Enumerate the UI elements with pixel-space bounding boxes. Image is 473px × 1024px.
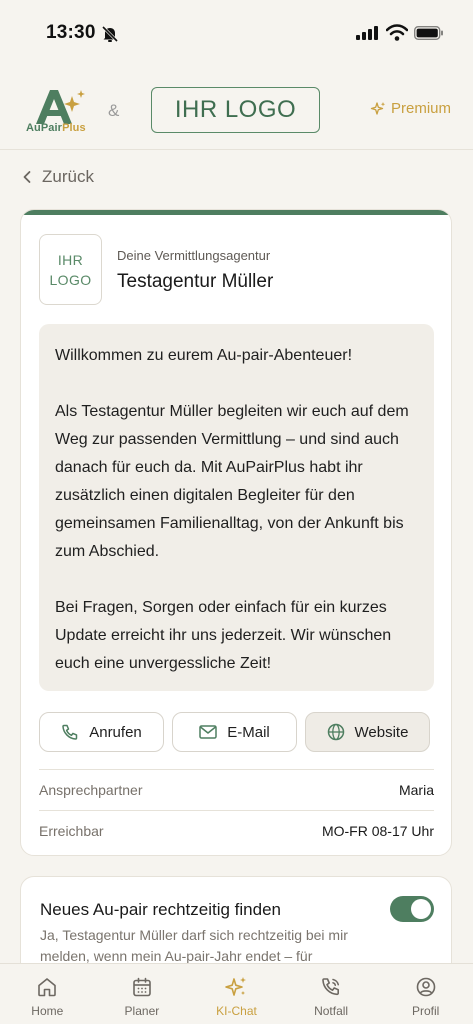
toggle-knob <box>411 899 431 919</box>
brand-wordmark-main: AuPair <box>26 122 63 134</box>
mail-icon <box>199 725 217 739</box>
sparkle-icon <box>225 977 247 996</box>
contact-person-label: Ansprechpartner <box>39 781 143 798</box>
phone-icon <box>62 724 78 740</box>
rematch-toggle[interactable] <box>390 896 434 922</box>
rematch-title: Neues Au-pair rechtzeitig finden <box>40 900 281 919</box>
brand-separator: & <box>108 101 120 120</box>
tab-planer[interactable]: Planer <box>95 964 190 1024</box>
partner-logo-placeholder: IHR LOGO <box>151 87 320 133</box>
brand-wordmark-accent: Plus <box>62 122 86 134</box>
home-icon <box>38 978 57 997</box>
website-label: Website <box>354 723 409 741</box>
email-label: E-Mail <box>227 723 270 741</box>
availability-row: Erreichbar MO-FR 08-17 Uhr <box>39 810 434 850</box>
battery-icon <box>414 26 443 40</box>
rematch-description: Ja, Testagentur Müller darf sich rechtze… <box>40 927 348 964</box>
calendar-icon <box>133 977 151 997</box>
agency-logo-line2: LOGO <box>49 271 92 288</box>
website-button[interactable]: Website <box>305 712 430 752</box>
tab-home-label: Home <box>31 1004 64 1018</box>
welcome-message: Willkommen zu eurem Au-pair-Abenteuer! A… <box>39 324 434 691</box>
premium-label: Premium <box>391 100 452 117</box>
call-label: Anrufen <box>89 723 142 741</box>
contact-person-row: Ansprechpartner Maria <box>39 769 434 809</box>
sparkle-icon <box>370 101 386 115</box>
contact-person-value: Maria <box>398 781 434 798</box>
phone-call-icon <box>322 978 340 996</box>
availability-label: Erreichbar <box>39 822 104 839</box>
welcome-paragraph-1: Willkommen zu eurem Au-pair-Abenteuer! <box>55 347 353 364</box>
status-bar: 13:30 <box>0 0 473 68</box>
agency-logo: IHR LOGO <box>39 234 102 305</box>
availability-value: MO-FR 08-17 Uhr <box>321 822 434 839</box>
tab-ki-chat-label: KI-Chat <box>216 1004 257 1018</box>
welcome-paragraph-2: Als Testagentur Müller begleiten wir euc… <box>55 403 409 560</box>
chevron-left-icon <box>23 171 31 183</box>
tab-notfall[interactable]: Notfall <box>284 964 379 1024</box>
user-circle-icon <box>416 977 435 997</box>
globe-icon <box>327 723 344 741</box>
tab-bar: Home Planer KI-Chat Notfall Profil <box>0 963 473 1024</box>
tab-planer-label: Planer <box>124 1004 160 1018</box>
tab-ki-chat[interactable]: KI-Chat <box>189 964 284 1024</box>
back-button[interactable]: Zurück <box>22 167 94 187</box>
app-header: AuPairPlus & IHR LOGO Premium <box>0 76 473 150</box>
agency-kicker: Deine Vermittlungsagentur <box>117 248 271 263</box>
back-label: Zurück <box>42 167 94 186</box>
bell-off-icon <box>101 25 119 43</box>
contact-actions: Anrufen E-Mail Website <box>39 712 434 752</box>
signal-icon <box>356 26 378 40</box>
wifi-icon <box>386 24 408 41</box>
email-button[interactable]: E-Mail <box>172 712 297 752</box>
tab-notfall-label: Notfall <box>314 1004 349 1018</box>
call-button[interactable]: Anrufen <box>39 712 164 752</box>
agency-name: Testagentur Müller <box>117 271 274 292</box>
brand-wordmark: AuPairPlus <box>26 122 86 134</box>
tab-home[interactable]: Home <box>0 964 95 1024</box>
agency-logo-line1: IHR <box>57 251 84 268</box>
premium-button[interactable]: Premium <box>370 100 451 117</box>
card-accent-bar <box>21 210 451 215</box>
welcome-paragraph-3: Bei Fragen, Sorgen oder einfach für ein … <box>55 599 392 672</box>
tab-profil-label: Profil <box>412 1004 440 1018</box>
status-time: 13:30 <box>46 22 96 43</box>
agency-card: IHR LOGO Deine Vermittlungsagentur Testa… <box>20 209 452 856</box>
tab-profil[interactable]: Profil <box>378 964 473 1024</box>
